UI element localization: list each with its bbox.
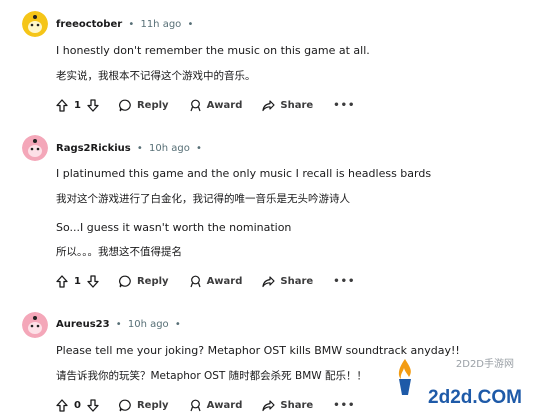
comment-meta: Rags2Rickius • 10h ago •	[56, 143, 205, 154]
username[interactable]: Aureus23	[56, 319, 110, 330]
timestamp[interactable]: 10h ago	[149, 143, 190, 154]
comment-text: So...I guess it wasn't worth the nominat…	[56, 221, 292, 234]
comment-text: I platinumed this game and the only musi…	[56, 167, 432, 180]
comment-text: 所以。。。我想这不值得提名	[56, 246, 182, 258]
downvote-icon[interactable]	[87, 398, 99, 412]
torch-logo-icon	[398, 359, 411, 395]
avatar[interactable]	[22, 312, 48, 338]
comment-text: 我对这个游戏进行了白金化，我记得的唯一音乐是无头吟游诗人	[56, 193, 350, 205]
vote-group: 1	[56, 98, 99, 112]
share-label: Share	[280, 399, 314, 411]
upvote-icon[interactable]	[56, 274, 68, 288]
timestamp[interactable]: 11h ago	[140, 19, 181, 30]
reply-button[interactable]: Reply	[119, 275, 169, 288]
separator: •	[174, 319, 181, 330]
watermark: 2D2D手游网 2d2d.COM	[392, 353, 532, 413]
comment-actions: 1 Reply Award Share •••	[56, 270, 355, 292]
reply-button[interactable]: Reply	[119, 99, 169, 112]
share-button[interactable]: Share	[262, 275, 313, 288]
separator: •	[187, 19, 194, 30]
separator: •	[196, 143, 202, 154]
reply-button[interactable]: Reply	[119, 399, 169, 412]
award-label: Award	[206, 99, 243, 111]
award-label: Award	[206, 275, 243, 287]
comment-meta: freeoctober • 11h ago •	[56, 19, 196, 30]
reply-icon	[119, 275, 132, 288]
share-button[interactable]: Share	[262, 399, 313, 412]
downvote-icon[interactable]	[87, 274, 99, 288]
share-label: Share	[280, 275, 314, 287]
comment-actions: 1 Reply Award Share •••	[56, 94, 355, 116]
upvote-icon[interactable]	[56, 98, 68, 112]
reply-icon	[119, 399, 132, 412]
award-icon	[189, 399, 202, 412]
separator: •	[128, 19, 135, 30]
share-icon	[262, 99, 275, 112]
upvote-icon[interactable]	[56, 398, 68, 412]
vote-count: 0	[74, 399, 81, 411]
comment-actions: 0 Reply Award Share •••	[56, 394, 355, 416]
reply-label: Reply	[136, 275, 169, 287]
watermark-site-name: 2D2D手游网	[455, 359, 514, 370]
timestamp[interactable]: 10h ago	[128, 319, 169, 330]
award-button[interactable]: Award	[189, 99, 243, 112]
award-icon	[189, 275, 202, 288]
avatar[interactable]	[22, 11, 48, 37]
avatar[interactable]	[22, 135, 48, 161]
comment-text: 老实说，我根本不记得这个游戏中的音乐。	[56, 70, 256, 82]
vote-count: 1	[74, 99, 81, 111]
award-label: Award	[206, 399, 243, 411]
separator: •	[115, 319, 122, 330]
reply-label: Reply	[136, 399, 169, 411]
vote-group: 0	[56, 398, 99, 412]
separator: •	[136, 143, 143, 154]
more-options-icon[interactable]: •••	[333, 400, 355, 411]
username[interactable]: freeoctober	[56, 19, 122, 30]
reply-icon	[119, 99, 132, 112]
award-button[interactable]: Award	[189, 275, 243, 288]
share-button[interactable]: Share	[262, 99, 313, 112]
share-icon	[262, 399, 275, 412]
award-button[interactable]: Award	[189, 399, 243, 412]
more-options-icon[interactable]: •••	[333, 276, 355, 287]
watermark-domain: 2d2d.COM	[428, 387, 522, 408]
reply-label: Reply	[136, 99, 169, 111]
vote-count: 1	[74, 275, 81, 287]
more-options-icon[interactable]: •••	[333, 100, 355, 111]
share-icon	[262, 275, 275, 288]
vote-group: 1	[56, 274, 99, 288]
username[interactable]: Rags2Rickius	[56, 143, 131, 154]
downvote-icon[interactable]	[87, 98, 99, 112]
comment-text: 请告诉我你的玩笑？Metaphor OST 随时都会杀死 BMW 配乐！！	[56, 370, 367, 382]
comment-text: I honestly don't remember the music on t…	[56, 44, 370, 57]
comment-meta: Aureus23 • 10h ago •	[56, 319, 184, 330]
award-icon	[189, 99, 202, 112]
share-label: Share	[280, 99, 314, 111]
